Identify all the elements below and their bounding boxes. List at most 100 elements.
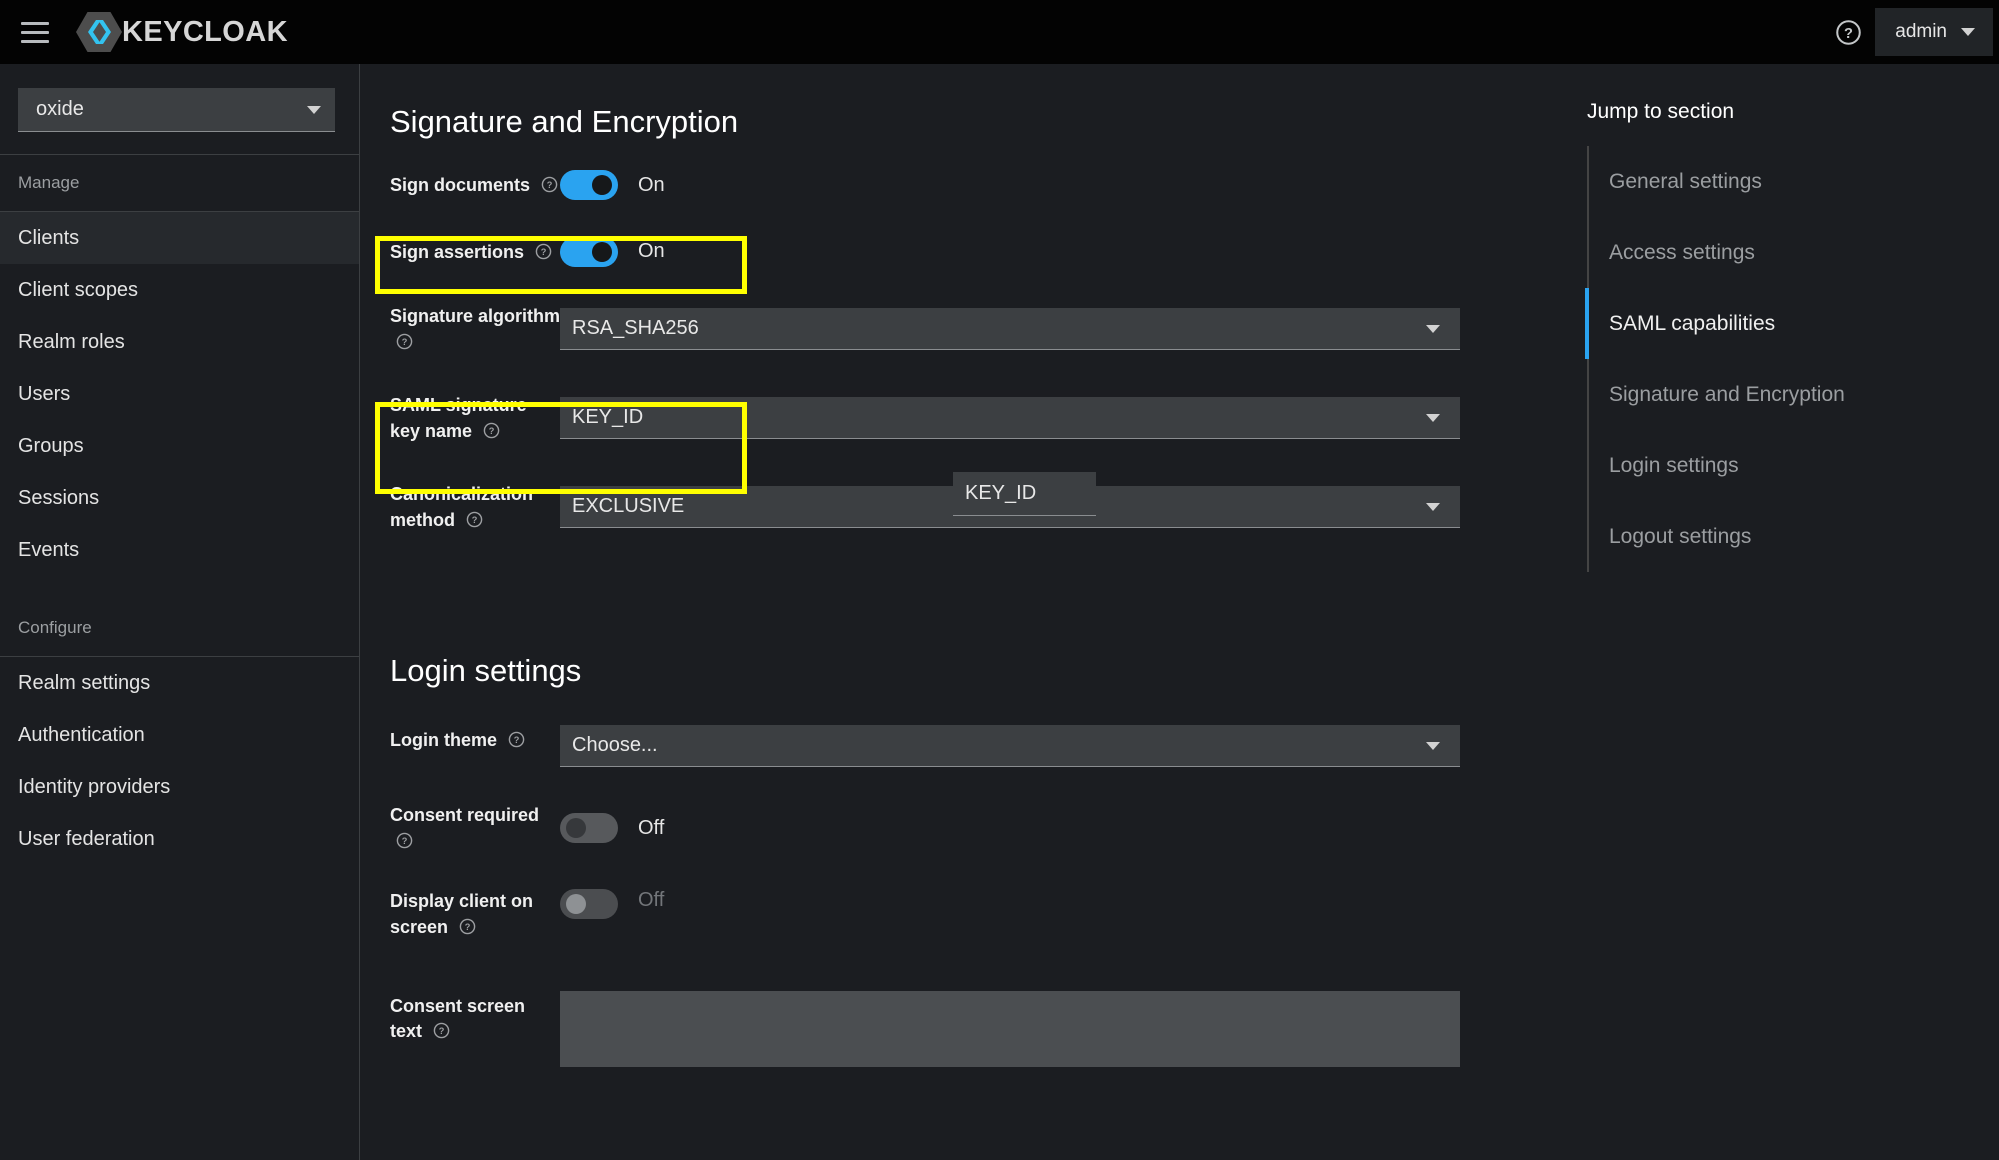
sidebar-item-events[interactable]: Events: [0, 524, 359, 576]
question-circle-icon[interactable]: ?: [508, 730, 525, 756]
label-sign-assertions: Sign assertions ?: [390, 237, 560, 268]
toggle-state-display-client-on-screen: Off: [638, 889, 665, 912]
label-consent-screen-text: Consent screen text ?: [390, 991, 560, 1067]
question-circle-icon[interactable]: ?: [541, 175, 558, 201]
jump-item-label: Login settings: [1609, 453, 1739, 477]
sidebar-item-label: Realm settings: [18, 671, 151, 694]
sidebar-item-identity-providers[interactable]: Identity providers: [0, 761, 359, 813]
row-login-theme: Login theme ? Choose...: [361, 725, 1541, 768]
nav-group-title-configure: Configure: [18, 618, 92, 637]
svg-text:?: ?: [402, 337, 408, 347]
jump-item-saml-capabilities[interactable]: SAML capabilities: [1585, 288, 1999, 359]
svg-text:?: ?: [514, 735, 520, 745]
brand-logo[interactable]: KEYCLOAK: [76, 11, 288, 53]
control-consent-required: Off: [560, 800, 1541, 856]
sidebar-item-clients[interactable]: Clients: [0, 212, 359, 264]
sidebar-item-realm-settings[interactable]: Realm settings: [0, 657, 359, 709]
control-login-theme: Choose...: [560, 725, 1541, 768]
jump-item-label: Access settings: [1609, 240, 1755, 264]
toggle-display-client-on-screen: [560, 889, 618, 920]
jump-item-access-settings[interactable]: Access settings: [1587, 217, 1999, 288]
sidebar-item-realm-roles[interactable]: Realm roles: [0, 316, 359, 368]
jump-item-label: Logout settings: [1609, 524, 1752, 548]
jump-item-label: General settings: [1609, 169, 1762, 193]
svg-text:?: ?: [547, 180, 553, 190]
row-saml-signature-key-name: SAML signature key name ? KEY_ID: [361, 390, 1541, 446]
jump-item-login-settings[interactable]: Login settings: [1587, 430, 1999, 501]
select-value: Choose...: [572, 734, 658, 757]
control-display-client-on-screen: Off: [560, 886, 1541, 942]
row-consent-screen-text: Consent screen text ?: [361, 990, 1541, 1067]
sidebar-item-label: Realm roles: [18, 330, 125, 353]
page-title-signature-encryption: Signature and Encryption: [390, 104, 739, 139]
caret-down-icon: [1426, 741, 1440, 750]
sidebar-item-label: Sessions: [18, 486, 100, 509]
toggle-consent-required[interactable]: [560, 813, 618, 844]
jump-item-signature-and-encryption[interactable]: Signature and Encryption: [1587, 359, 1999, 430]
label-signature-algorithm: Signature algorithm ?: [390, 301, 560, 357]
svg-text:?: ?: [472, 515, 478, 525]
label-canonicalization-method: Canonicalization method ?: [390, 479, 560, 535]
masthead: KEYCLOAK ? admin: [0, 0, 1999, 64]
control-signature-algorithm: RSA_SHA256: [560, 301, 1541, 357]
sidebar-item-authentication[interactable]: Authentication: [0, 709, 359, 761]
saml-signature-key-name-value: KEY_ID: [965, 482, 1037, 504]
row-sign-assertions: Sign assertions ? On: [361, 236, 1541, 268]
label-consent-required: Consent required ?: [390, 800, 560, 856]
sidebar-item-user-federation[interactable]: User federation: [0, 813, 359, 865]
question-circle-icon[interactable]: ?: [535, 242, 552, 268]
client-settings-form: Signature and Encryption Sign documents …: [361, 64, 1541, 1067]
jump-item-logout-settings[interactable]: Logout settings: [1587, 501, 1999, 572]
row-signature-algorithm: Signature algorithm ? RSA_SHA256: [361, 301, 1541, 357]
row-canonicalization-method: Canonicalization method ? EXCLUSIVE: [361, 479, 1541, 535]
svg-text:?: ?: [1844, 26, 1853, 42]
svg-text:?: ?: [439, 1026, 445, 1036]
select-value: RSA_SHA256: [572, 317, 699, 340]
sidebar-item-users[interactable]: Users: [0, 368, 359, 420]
hamburger-icon[interactable]: [12, 9, 58, 55]
svg-text:?: ?: [402, 836, 408, 846]
caret-down-icon: [1961, 28, 1975, 36]
brand-text: KEYCLOAK: [122, 15, 288, 48]
caret-down-icon: [1426, 413, 1440, 422]
nav-group-title-manage: Manage: [18, 173, 80, 192]
label-display-client-on-screen: Display client on screen ?: [390, 886, 560, 942]
question-circle-icon[interactable]: ?: [466, 510, 483, 536]
user-menu-label: admin: [1895, 21, 1947, 42]
label-saml-signature-key-name: SAML signature key name ?: [390, 390, 560, 446]
sidebar-item-client-scopes[interactable]: Client scopes: [0, 264, 359, 316]
sidebar-item-label: User federation: [18, 827, 155, 850]
label-login-theme: Login theme ?: [390, 725, 560, 767]
svg-text:?: ?: [465, 922, 471, 932]
select-signature-algorithm[interactable]: RSA_SHA256: [560, 308, 1460, 351]
jump-item-general-settings[interactable]: General settings: [1587, 146, 1999, 217]
select-saml-signature-key-name[interactable]: KEY_ID: [560, 397, 1460, 440]
sidebar-item-sessions[interactable]: Sessions: [0, 472, 359, 524]
realm-selector-wrap: oxide: [0, 64, 359, 154]
jump-item-label: SAML capabilities: [1609, 311, 1776, 335]
question-circle-icon[interactable]: ?: [483, 421, 500, 447]
question-circle-icon[interactable]: ?: [433, 1021, 450, 1047]
masthead-actions: ? admin: [1821, 0, 1999, 64]
jump-to-section-panel: Jump to section General settings Access …: [1555, 64, 1999, 1160]
sidebar-item-label: Users: [18, 382, 71, 405]
row-consent-required: Consent required ? Off: [361, 800, 1541, 856]
question-circle-icon[interactable]: ?: [459, 917, 476, 943]
jump-item-label: Signature and Encryption: [1609, 382, 1845, 406]
question-circle-icon[interactable]: ?: [396, 831, 413, 857]
question-circle-icon[interactable]: ?: [396, 332, 413, 358]
sidebar-item-groups[interactable]: Groups: [0, 420, 359, 472]
toggle-sign-assertions[interactable]: [560, 236, 618, 267]
toggle-sign-documents[interactable]: [560, 170, 618, 201]
realm-selector[interactable]: oxide: [18, 88, 335, 132]
sidebar-item-label: Events: [18, 538, 80, 561]
toggle-state-sign-documents: On: [638, 173, 665, 196]
sidebar-item-label: Groups: [18, 434, 84, 457]
user-menu[interactable]: admin: [1875, 8, 1993, 56]
consent-screen-text-input[interactable]: [560, 990, 1460, 1067]
select-login-theme[interactable]: Choose...: [560, 725, 1460, 768]
caret-down-icon: [1426, 502, 1440, 511]
jump-to-section-list: General settings Access settings SAML ca…: [1555, 146, 1999, 572]
saml-signature-key-name-input[interactable]: KEY_ID: [953, 472, 1096, 516]
question-circle-icon[interactable]: ?: [1821, 5, 1875, 59]
